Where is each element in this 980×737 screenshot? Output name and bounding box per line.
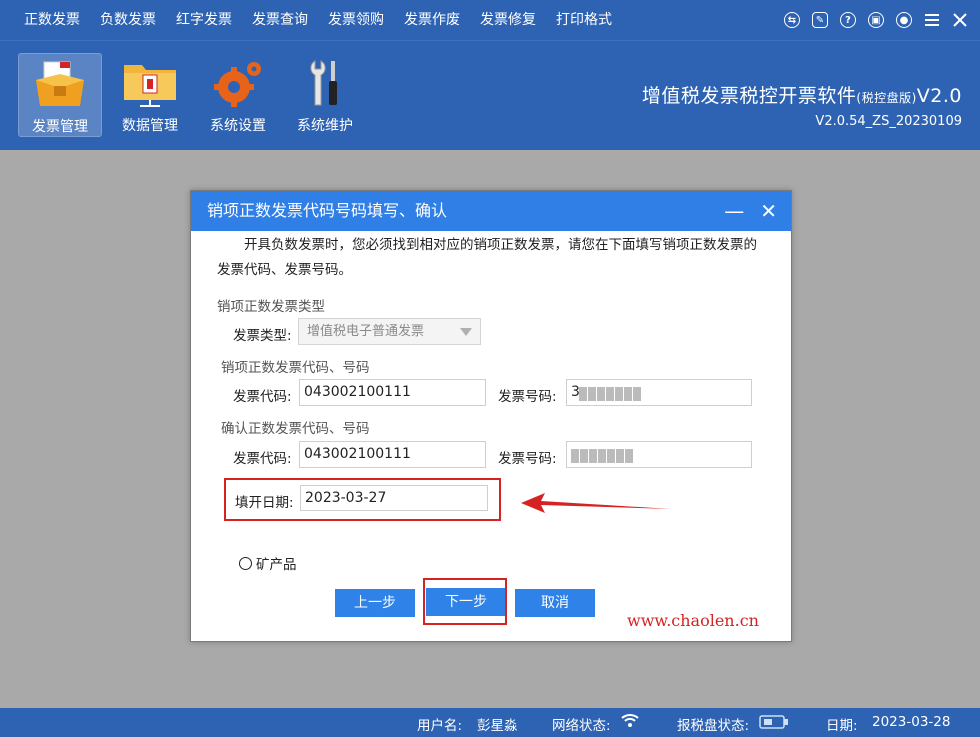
menu-icon[interactable] — [922, 10, 942, 30]
tool-label: 系统维护 — [297, 118, 353, 134]
radio-circle — [239, 556, 252, 570]
user-label: 用户名: — [417, 718, 463, 734]
network-label: 网络状态: — [552, 718, 611, 734]
user-icon[interactable]: ● — [894, 10, 914, 30]
close-icon[interactable]: ✕ — [760, 191, 777, 231]
cancel-button[interactable]: 取消 — [515, 589, 595, 617]
confirm-code-label: 发票代码: — [233, 451, 292, 467]
next-highlight-box — [423, 578, 507, 625]
lock-icon[interactable]: ▣ — [866, 10, 886, 30]
wifi-icon — [620, 712, 640, 732]
menu-negative-invoice[interactable]: 负数发票 — [90, 0, 166, 40]
mineral-radio-label: 矿产品 — [256, 557, 297, 573]
watermark: www.chaolen.cn — [627, 611, 759, 630]
tool-system-settings[interactable]: 系统设置 — [196, 53, 280, 137]
help-icon[interactable]: ? — [838, 10, 858, 30]
brand-block: 增值税发票税控开票软件(税控盘版)V2.0 V2.0.54_ZS_2023010… — [642, 81, 962, 129]
blurred-value — [579, 385, 642, 401]
confirm-number-label: 发票号码: — [498, 451, 557, 467]
wrench-screwdriver-icon — [295, 57, 355, 109]
folder-data-icon — [120, 57, 180, 109]
code-label: 发票代码: — [233, 389, 292, 405]
invoice-box-icon — [30, 58, 90, 110]
menu-bar: 正数发票 负数发票 红字发票 发票查询 发票领购 发票作废 发票修复 打印格式 … — [0, 0, 980, 40]
annotation-arrow-icon — [521, 493, 671, 513]
section-code: 销项正数发票代码、号码 — [221, 360, 370, 376]
mineral-radio[interactable]: 矿产品 — [239, 553, 297, 573]
brand-edition: (税控盘版) — [856, 91, 917, 105]
tool-data-management[interactable]: 数据管理 — [108, 53, 192, 137]
date-input[interactable]: 2023-03-27 — [300, 485, 488, 511]
note-icon[interactable]: ✎ — [810, 10, 830, 30]
window-controls: ⇆ ✎ ? ▣ ● — [782, 0, 970, 40]
menu-invoice-query[interactable]: 发票查询 — [242, 0, 318, 40]
tool-label: 发票管理 — [32, 119, 88, 135]
menu-invoice-void[interactable]: 发票作废 — [394, 0, 470, 40]
invoice-type-label: 发票类型: — [233, 328, 292, 344]
menu-positive-invoice[interactable]: 正数发票 — [0, 0, 90, 40]
tool-system-maintenance[interactable]: 系统维护 — [283, 53, 367, 137]
brand-title-text: 增值税发票税控开票软件 — [641, 85, 857, 107]
confirm-code-input[interactable]: 043002100111 — [299, 441, 486, 468]
invoice-type-value: 增值税电子普通发票 — [307, 324, 425, 339]
tool-label: 系统设置 — [210, 118, 266, 134]
tool-label: 数据管理 — [122, 118, 178, 134]
dialog-title: 销项正数发票代码号码填写、确认 — [207, 201, 448, 220]
blurred-value — [571, 447, 634, 463]
section-type: 销项正数发票类型 — [217, 299, 325, 315]
chevron-down-icon — [460, 328, 472, 336]
confirm-number-input[interactable] — [566, 441, 752, 468]
invoice-code-input[interactable]: 043002100111 — [299, 379, 486, 406]
dialog-intro: 开具负数发票时，您必须找到相对应的销项正数发票，请您在下面填写销项正数发票的发票… — [217, 237, 757, 278]
toolbar: 发票管理 数据管理 系统设置 系统维护 增值税发票税控开票软件(税控盘版)V2.… — [0, 40, 980, 150]
prev-button[interactable]: 上一步 — [335, 589, 415, 617]
disk-label: 报税盘状态: — [677, 718, 750, 734]
minimize-icon[interactable]: — — [724, 191, 744, 231]
user-value: 彭星淼 — [477, 718, 518, 734]
dialog-titlebar: 销项正数发票代码号码填写、确认 — ✕ — [191, 191, 791, 231]
tax-disk-icon — [759, 715, 789, 733]
brand-title: 增值税发票税控开票软件(税控盘版)V2.0 — [642, 81, 962, 108]
invoice-code-dialog: 销项正数发票代码号码填写、确认 — ✕ 开具负数发票时，您必须找到相对应的销项正… — [190, 190, 792, 642]
invoice-number-input[interactable]: 3 — [566, 379, 752, 406]
status-bar: 用户名: 彭星淼 网络状态: 报税盘状态: 日期: 2023-03-28 — [0, 708, 980, 737]
number-label: 发票号码: — [498, 389, 557, 405]
section-confirm: 确认正数发票代码、号码 — [221, 421, 370, 437]
date-status-value: 2023-03-28 — [872, 714, 951, 730]
invoice-type-select[interactable]: 增值税电子普通发票 — [298, 318, 481, 345]
menu-print-format[interactable]: 打印格式 — [546, 0, 622, 40]
tool-invoice-management[interactable]: 发票管理 — [18, 53, 102, 137]
exchange-icon[interactable]: ⇆ — [782, 10, 802, 30]
menu-red-invoice[interactable]: 红字发票 — [166, 0, 242, 40]
date-label: 填开日期: — [235, 495, 294, 511]
brand-suffix: V2.0 — [916, 85, 962, 107]
date-status-label: 日期: — [826, 718, 858, 734]
menu-invoice-purchase[interactable]: 发票领购 — [318, 0, 394, 40]
gear-icon — [208, 57, 268, 109]
menu-invoice-repair[interactable]: 发票修复 — [470, 0, 546, 40]
version-label: V2.0.54_ZS_20230109 — [815, 114, 962, 129]
close-icon[interactable] — [950, 10, 970, 30]
